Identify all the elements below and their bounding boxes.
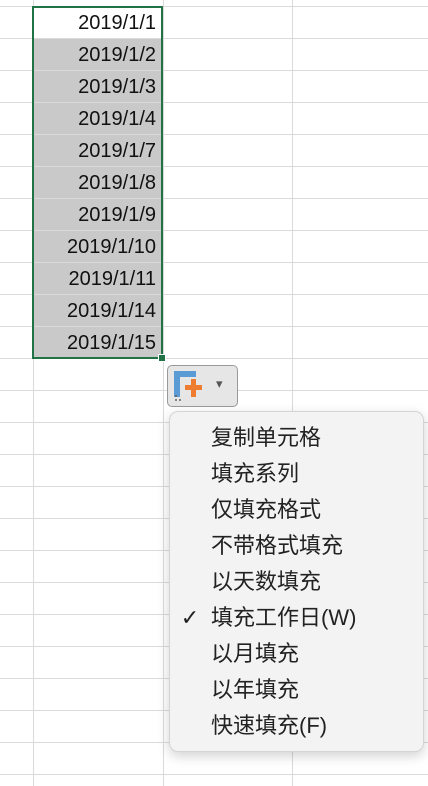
date-cell[interactable]: 2019/1/9	[34, 199, 162, 230]
date-cell[interactable]: 2019/1/7	[34, 135, 162, 166]
checkmark-icon: ✓	[180, 605, 200, 630]
grid-line	[0, 774, 428, 775]
date-cell[interactable]: 2019/1/3	[34, 71, 162, 102]
menu-item-fill-without-formatting[interactable]: 不带格式填充	[170, 528, 423, 564]
menu-item-label: 快速填充(F)	[211, 713, 328, 738]
menu-item-label: 以天数填充	[211, 569, 322, 594]
menu-item-label: 复制单元格	[211, 425, 322, 450]
autofill-options-menu: 复制单元格 填充系列 仅填充格式 不带格式填充 以天数填充 ✓ 填充工作日(W)…	[169, 411, 424, 752]
grid-line	[0, 358, 428, 359]
menu-item-fill-series[interactable]: 填充系列	[170, 456, 423, 492]
date-cell[interactable]: 2019/1/11	[34, 263, 162, 294]
menu-item-label: 不带格式填充	[211, 533, 344, 558]
chevron-down-icon: ▾	[216, 376, 223, 391]
date-cell[interactable]: 2019/1/10	[34, 231, 162, 262]
autofill-options-icon	[172, 369, 212, 403]
date-cell[interactable]: 2019/1/4	[34, 103, 162, 134]
date-cell[interactable]: 2019/1/2	[34, 39, 162, 70]
date-cell[interactable]: 2019/1/14	[34, 295, 162, 326]
menu-item-fill-days[interactable]: 以天数填充	[170, 564, 423, 600]
menu-item-fill-formatting-only[interactable]: 仅填充格式	[170, 492, 423, 528]
menu-item-label: 仅填充格式	[211, 497, 322, 522]
menu-item-label: 填充系列	[211, 461, 300, 486]
date-cell[interactable]: 2019/1/1	[34, 7, 162, 38]
menu-item-fill-years[interactable]: 以年填充	[170, 672, 423, 708]
menu-item-fill-weekdays[interactable]: ✓ 填充工作日(W)	[170, 600, 423, 636]
menu-item-label: 以月填充	[211, 641, 300, 666]
menu-item-copy-cells[interactable]: 复制单元格	[170, 420, 423, 456]
grid-line	[163, 0, 164, 786]
menu-item-label: 以年填充	[211, 677, 300, 702]
date-cell[interactable]: 2019/1/8	[34, 167, 162, 198]
menu-item-flash-fill[interactable]: 快速填充(F)	[170, 708, 423, 744]
menu-item-label: 填充工作日(W)	[211, 605, 357, 630]
autofill-options-button[interactable]: ▾	[167, 365, 238, 407]
date-cell[interactable]: 2019/1/15	[34, 327, 162, 358]
fill-handle[interactable]	[158, 354, 166, 362]
menu-item-fill-months[interactable]: 以月填充	[170, 636, 423, 672]
